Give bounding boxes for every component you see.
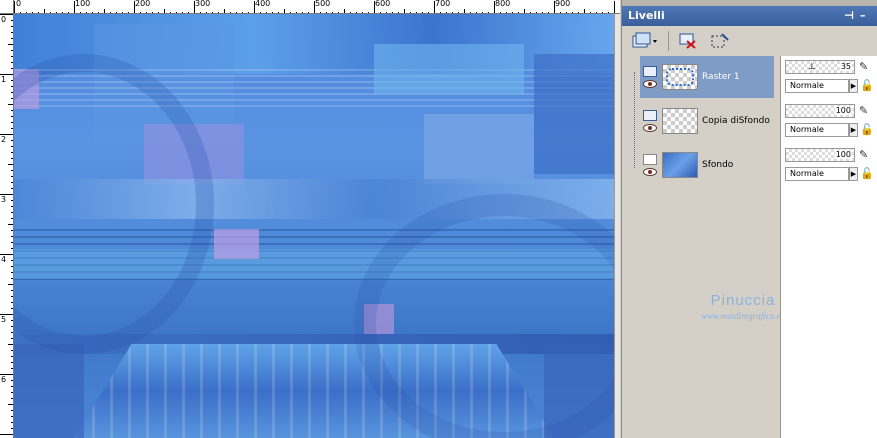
blend-dropdown-arrow-icon[interactable]: ▶ [849,79,858,93]
lock-icon[interactable]: 🔓 [860,78,874,94]
layer-thumbnail [662,64,698,90]
selection-from-layer-button[interactable] [707,30,733,52]
layer-row-raster-1[interactable]: Raster 1 [640,56,774,98]
blend-mode-select[interactable]: Normale [785,79,849,93]
ruler-label: 3 [1,195,7,204]
canvas-vertical-scrollbar[interactable] [614,14,620,438]
slider-thumb-icon[interactable]: ⊥ [808,63,816,72]
ruler-top: 0 100 200 300 400 500 600 700 800 900 [14,0,620,14]
visibility-eye-icon[interactable] [643,80,657,88]
ruler-label: 100 [75,0,91,8]
canvas-block [214,229,259,259]
layer-icons [640,66,660,88]
pin-icon[interactable]: ⊣ [844,9,854,22]
app-window: 0 100 200 300 400 500 600 700 800 900 0 … [0,0,877,438]
toolbar-separator [668,31,669,51]
canvas-block [424,114,534,184]
ruler-label: 6 [1,375,7,384]
ruler-corner [0,0,14,14]
layer-row-sfondo[interactable]: Sfondo [640,144,774,186]
ruler-label: 300 [195,0,211,8]
canvas-image[interactable] [14,14,614,438]
opacity-value: 100 [834,106,852,115]
canvas-area: 0 100 200 300 400 500 600 700 800 900 0 … [0,0,620,438]
ruler-label: 700 [435,0,451,8]
blend-dropdown-arrow-icon[interactable]: ▶ [849,167,858,181]
pen-icon[interactable]: ✎ [859,60,873,74]
opacity-value: 100 [834,150,852,159]
new-raster-layer-icon [632,32,657,48]
ruler-label: 4 [1,255,7,264]
ruler-label: 0 [16,0,22,8]
ruler-label: 400 [255,0,271,8]
layer-properties: ⊥ 35 ✎ Normale ▶ 🔓 100 ✎ Normale ▶ 🔓 100 [780,56,877,438]
ruler-label: 500 [315,0,331,8]
opacity-slider[interactable]: 100 [785,104,855,118]
raster-layer-icon [643,110,657,121]
selection-icon [711,33,729,48]
layer-props-raster-1: ⊥ 35 ✎ Normale ▶ 🔓 [785,56,877,98]
delete-layer-button[interactable] [675,30,701,52]
opacity-value: 35 [839,62,852,71]
lock-icon[interactable]: 🔓 [860,122,874,138]
delete-layer-icon [679,33,696,49]
ruler-label: 900 [555,0,571,8]
blend-mode-select[interactable]: Normale [785,123,849,137]
layer-props-sfondo: 100 ✎ Normale ▶ 🔓 [785,144,877,186]
opacity-slider[interactable]: 100 [785,148,855,162]
ruler-label: 5 [1,315,7,324]
blend-dropdown-arrow-icon[interactable]: ▶ [849,123,858,137]
ruler-label: 0 [1,15,7,24]
ruler-label: 200 [135,0,151,8]
new-layer-button[interactable] [628,30,662,52]
canvas-block [14,344,84,438]
ruler-label: 2 [1,135,7,144]
ruler-left: 0 1 2 3 4 5 6 [0,14,14,438]
ruler-label: 1 [1,75,7,84]
layer-list: Raster 1 Copia diSfondo Sfondo Pinuccia … [628,56,788,438]
minimize-icon[interactable]: – [860,9,866,22]
layer-name: Sfondo [702,160,734,170]
panel-title: Livelli [628,9,665,22]
raster-layer-icon [643,66,657,77]
layer-thumbnail [662,152,698,178]
opacity-slider[interactable]: ⊥ 35 [785,60,855,74]
layer-props-copia-di-sfondo: 100 ✎ Normale ▶ 🔓 [785,100,877,142]
blend-mode-select[interactable]: Normale [785,167,849,181]
pen-icon[interactable]: ✎ [859,148,873,162]
layer-name: Raster 1 [702,72,740,82]
layers-toolbar [622,26,877,56]
visibility-eye-icon[interactable] [643,168,657,176]
panel-title-bar[interactable]: Livelli ⊣ – [622,6,877,26]
layer-tree-line [634,72,635,168]
ruler-label: 800 [495,0,511,8]
background-layer-icon [643,154,657,165]
layer-name: Copia diSfondo [702,116,770,126]
ruler-label: 600 [375,0,391,8]
layers-panel: Livelli ⊣ – Raster 1 Copia diSfondo Sfon… [621,0,877,438]
visibility-eye-icon[interactable] [643,124,657,132]
layer-icons [640,154,660,176]
pen-icon[interactable]: ✎ [859,104,873,118]
layer-row-copia-di-sfondo[interactable]: Copia diSfondo [640,100,774,142]
canvas-block [534,54,614,174]
layer-icons [640,110,660,132]
layer-thumbnail [662,108,698,134]
lock-icon[interactable]: 🔓 [860,166,874,182]
canvas-block [374,44,524,94]
